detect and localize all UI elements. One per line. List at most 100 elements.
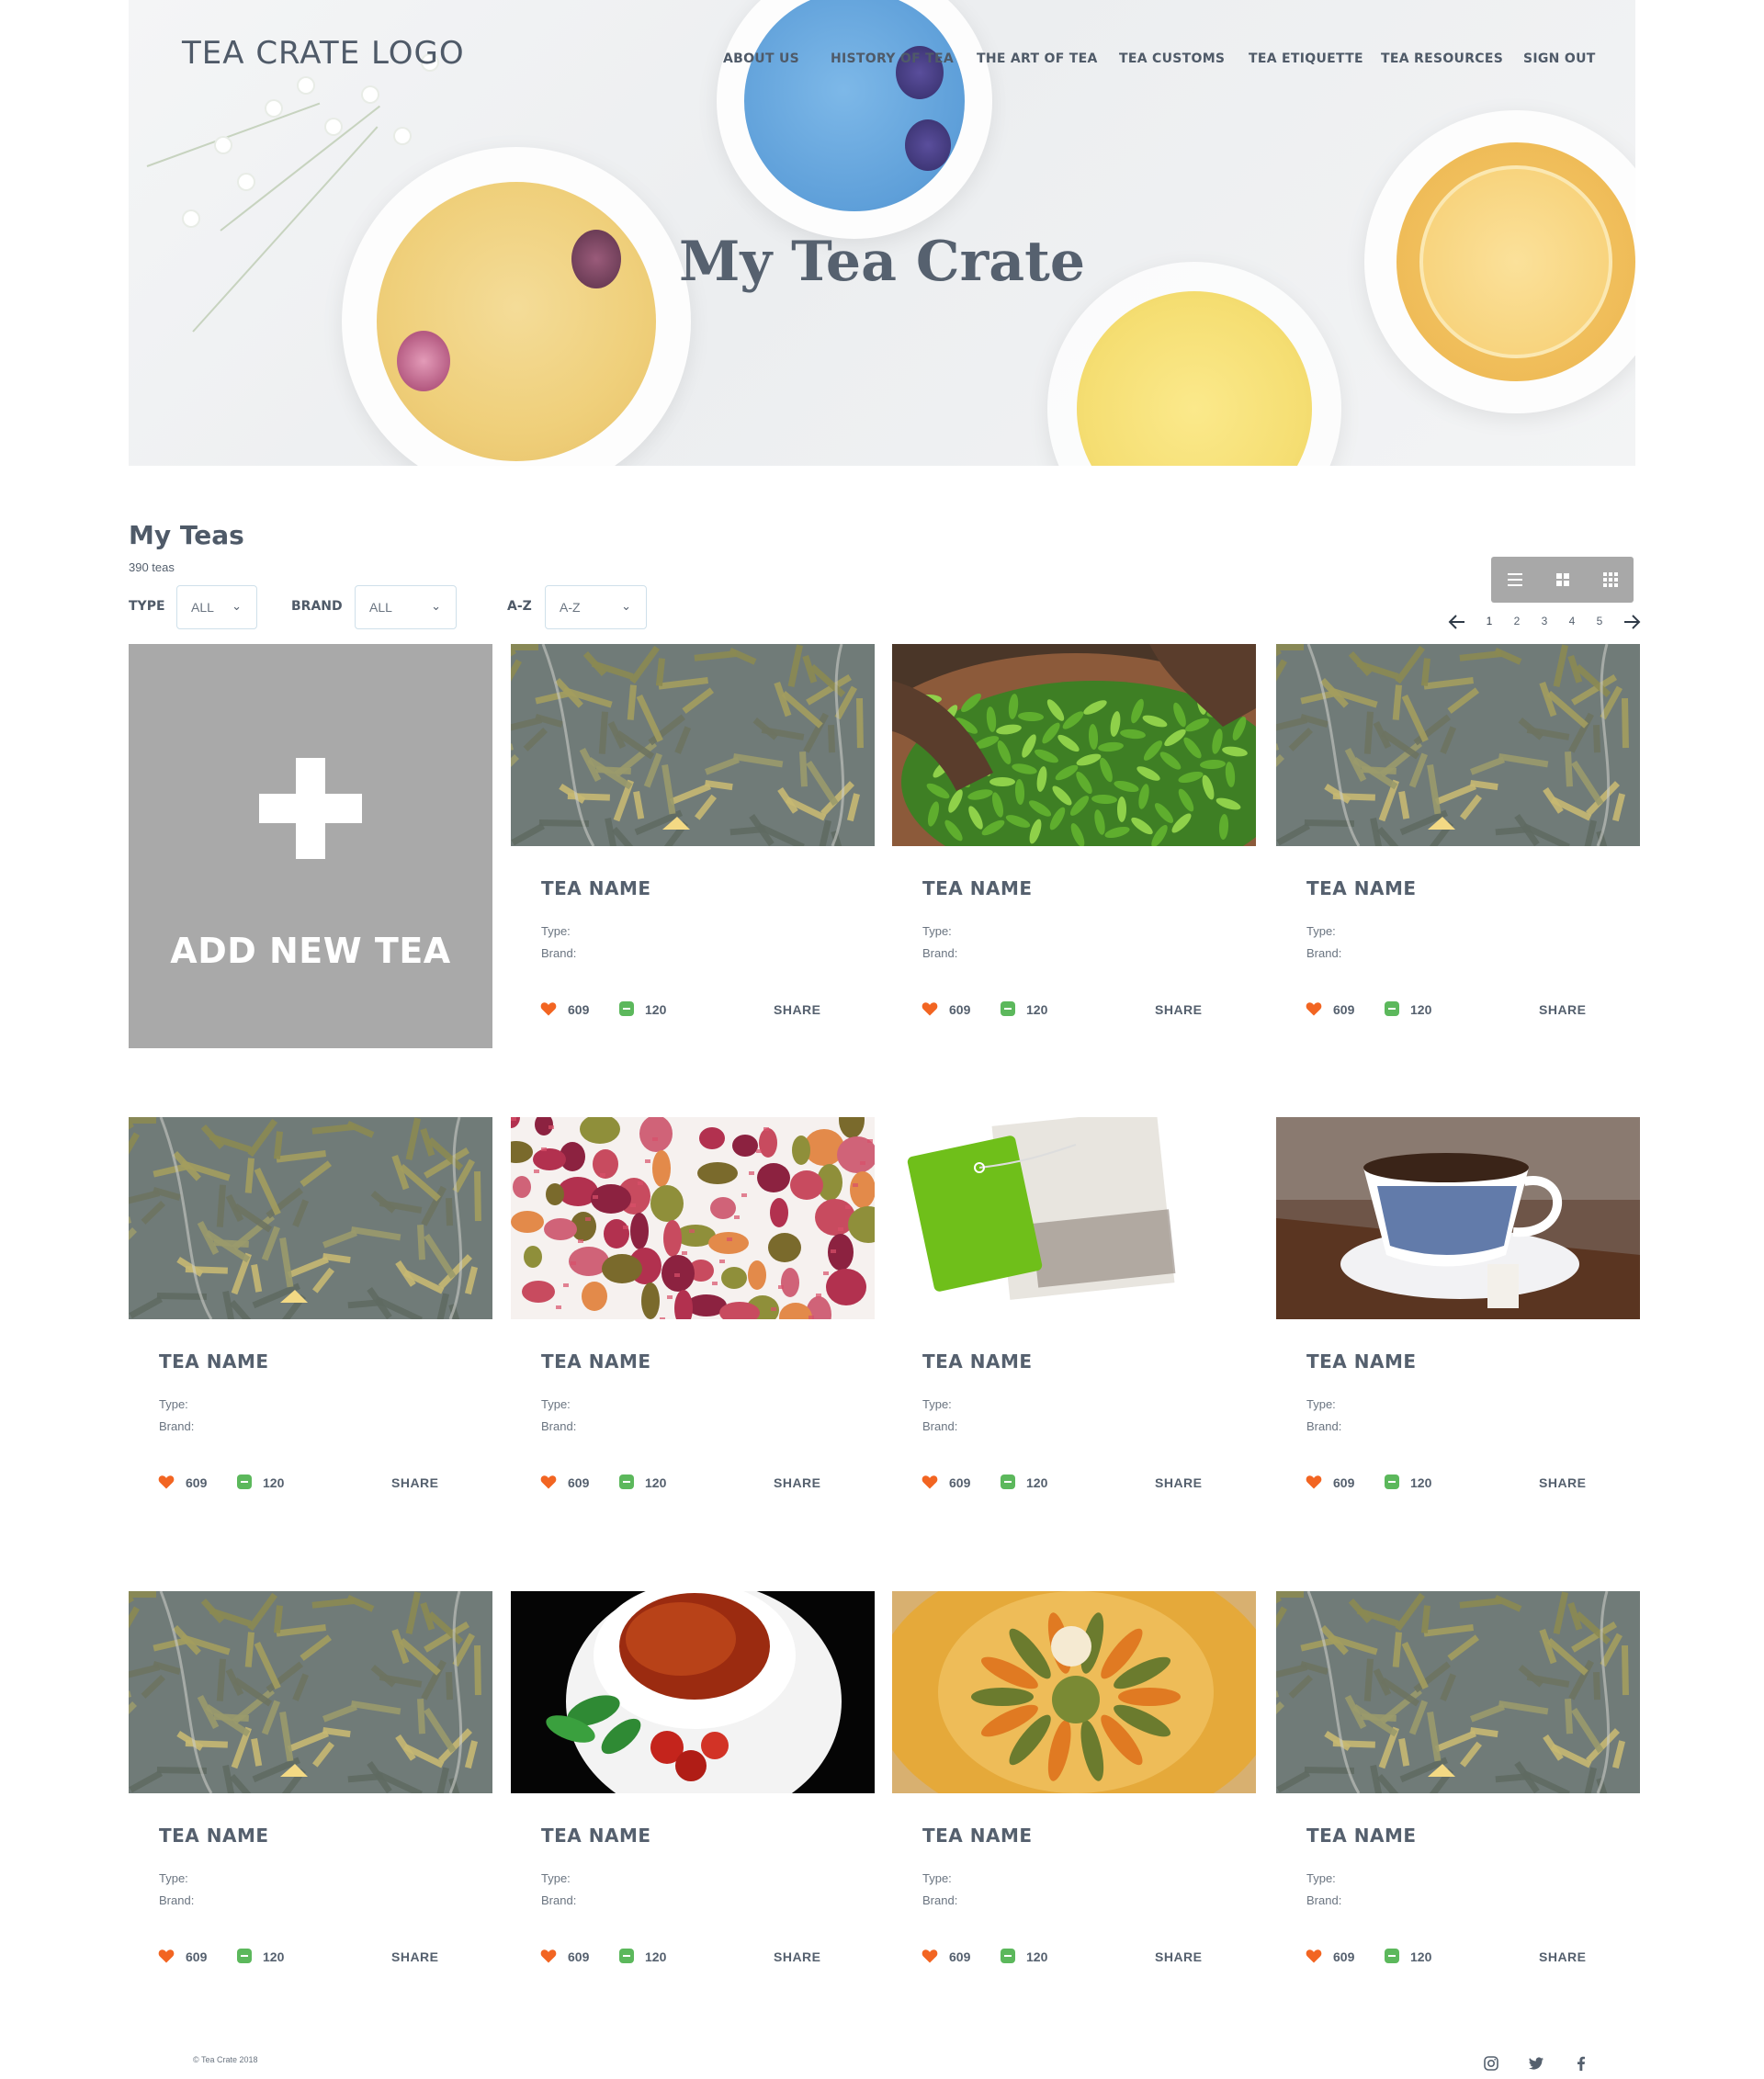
like-button[interactable] [1306, 1001, 1322, 1021]
nav-history-of-tea[interactable]: HISTORY OF TEA [831, 51, 954, 66]
like-button[interactable] [540, 1001, 557, 1021]
nav-sign-out[interactable]: SIGN OUT [1523, 51, 1596, 66]
tea-name[interactable]: TEA NAME [541, 877, 651, 899]
share-button[interactable]: SHARE [1155, 1949, 1203, 1964]
tea-name[interactable]: TEA NAME [541, 1350, 651, 1373]
prev-page-arrow-icon[interactable] [1446, 611, 1468, 633]
tea-name[interactable]: TEA NAME [1306, 1825, 1417, 1847]
tea-card[interactable]: TEA NAME Type: Brand: 609 120 SHARE [892, 644, 1256, 1048]
tea-image[interactable] [892, 1117, 1256, 1319]
comment-button[interactable] [1385, 1475, 1399, 1494]
tea-card[interactable]: TEA NAME Type: Brand: 609 120 SHARE [511, 1117, 875, 1521]
list-icon [1508, 573, 1522, 586]
tea-image[interactable] [511, 644, 875, 846]
tea-image[interactable] [129, 1117, 492, 1319]
share-button[interactable]: SHARE [1539, 1002, 1587, 1017]
share-button[interactable]: SHARE [1539, 1949, 1587, 1964]
nav-the-art-of-tea[interactable]: THE ART OF TEA [977, 51, 1098, 66]
copyright: © Tea Crate 2018 [193, 2055, 258, 2064]
comment-button[interactable] [237, 1475, 252, 1494]
tea-image[interactable] [1276, 1591, 1640, 1793]
comment-button[interactable] [619, 1949, 634, 1968]
compact-grid-view-button[interactable] [1587, 557, 1634, 603]
tea-card[interactable]: TEA NAME Type: Brand: 609 120 SHARE [1276, 1591, 1640, 1995]
tea-card[interactable]: TEA NAME Type: Brand: 609 120 SHARE [892, 1117, 1256, 1521]
like-button[interactable] [1306, 1949, 1322, 1968]
heart-icon [1306, 1002, 1322, 1016]
share-button[interactable]: SHARE [774, 1002, 821, 1017]
tea-name[interactable]: TEA NAME [922, 877, 1033, 899]
tea-card[interactable]: TEA NAME Type: Brand: 609 120 SHARE [129, 1591, 492, 1995]
tea-image[interactable] [892, 644, 1256, 846]
tea-name[interactable]: TEA NAME [159, 1350, 269, 1373]
comment-button[interactable] [619, 1475, 634, 1494]
blossom [395, 129, 410, 143]
comment-count: 120 [1026, 1949, 1048, 1964]
comment-button[interactable] [619, 1001, 634, 1021]
like-button[interactable] [922, 1001, 938, 1021]
tea-card[interactable]: TEA NAME Type: Brand: 609 120 SHARE [511, 1591, 875, 1995]
tea-name[interactable]: TEA NAME [922, 1825, 1033, 1847]
page-1[interactable]: 1 [1483, 615, 1496, 627]
share-button[interactable]: SHARE [391, 1475, 439, 1490]
tea-image[interactable] [1276, 1117, 1640, 1319]
like-button[interactable] [158, 1475, 175, 1494]
page-3[interactable]: 3 [1538, 615, 1551, 627]
comment-button[interactable] [1001, 1475, 1015, 1494]
tea-name[interactable]: TEA NAME [159, 1825, 269, 1847]
tea-card[interactable]: TEA NAME Type: Brand: 609 120 SHARE [511, 644, 875, 1048]
tea-card[interactable]: TEA NAME Type: Brand: 609 120 SHARE [1276, 644, 1640, 1048]
next-page-arrow-icon[interactable] [1621, 611, 1643, 633]
comment-button[interactable] [237, 1949, 252, 1968]
tea-name[interactable]: TEA NAME [1306, 1350, 1417, 1373]
nav-about-us[interactable]: ABOUT US [723, 51, 799, 66]
add-new-tea-card[interactable]: ADD NEW TEA [129, 644, 492, 1048]
share-button[interactable]: SHARE [774, 1475, 821, 1490]
nav-tea-resources[interactable]: TEA RESOURCES [1381, 51, 1503, 66]
like-button[interactable] [922, 1475, 938, 1494]
tea-card[interactable]: TEA NAME Type: Brand: 609 120 SHARE [129, 1117, 492, 1521]
comment-icon [1001, 1001, 1015, 1016]
comment-icon [1385, 1949, 1399, 1963]
tea-name[interactable]: TEA NAME [541, 1825, 651, 1847]
share-button[interactable]: SHARE [774, 1949, 821, 1964]
nav-tea-customs[interactable]: TEA CUSTOMS [1119, 51, 1225, 66]
tea-image[interactable] [511, 1117, 875, 1319]
tea-card[interactable]: TEA NAME Type: Brand: 609 120 SHARE [1276, 1117, 1640, 1521]
tea-brand-label: Brand: [1306, 1419, 1342, 1433]
heart-icon [1306, 1475, 1322, 1489]
comment-button[interactable] [1385, 1949, 1399, 1968]
like-button[interactable] [540, 1949, 557, 1968]
comment-button[interactable] [1001, 1949, 1015, 1968]
facebook-icon[interactable] [1572, 2054, 1590, 2073]
comment-button[interactable] [1385, 1001, 1399, 1021]
nav-tea-etiquette[interactable]: TEA ETIQUETTE [1249, 51, 1363, 66]
tea-image[interactable] [1276, 644, 1640, 846]
tea-image[interactable] [892, 1591, 1256, 1793]
list-view-button[interactable] [1491, 557, 1539, 603]
like-button[interactable] [158, 1949, 175, 1968]
instagram-icon[interactable] [1482, 2054, 1500, 2073]
tea-name[interactable]: TEA NAME [1306, 877, 1417, 899]
tea-card[interactable]: TEA NAME Type: Brand: 609 120 SHARE [892, 1591, 1256, 1995]
share-button[interactable]: SHARE [1155, 1475, 1203, 1490]
tea-image[interactable] [129, 1591, 492, 1793]
heart-icon [1306, 1949, 1322, 1963]
share-button[interactable]: SHARE [391, 1949, 439, 1964]
page-4[interactable]: 4 [1566, 615, 1578, 627]
grid-view-button[interactable] [1539, 557, 1587, 603]
like-button[interactable] [540, 1475, 557, 1494]
blossom [239, 175, 254, 189]
tea-image[interactable] [511, 1591, 875, 1793]
comment-button[interactable] [1001, 1001, 1015, 1021]
share-button[interactable]: SHARE [1155, 1002, 1203, 1017]
comment-icon [237, 1949, 252, 1963]
tea-name[interactable]: TEA NAME [922, 1350, 1033, 1373]
share-button[interactable]: SHARE [1539, 1475, 1587, 1490]
like-button[interactable] [1306, 1475, 1322, 1494]
tea-type-label: Type: [159, 1871, 188, 1885]
twitter-icon[interactable] [1527, 2054, 1545, 2073]
page-2[interactable]: 2 [1510, 615, 1523, 627]
page-5[interactable]: 5 [1593, 615, 1606, 627]
like-button[interactable] [922, 1949, 938, 1968]
